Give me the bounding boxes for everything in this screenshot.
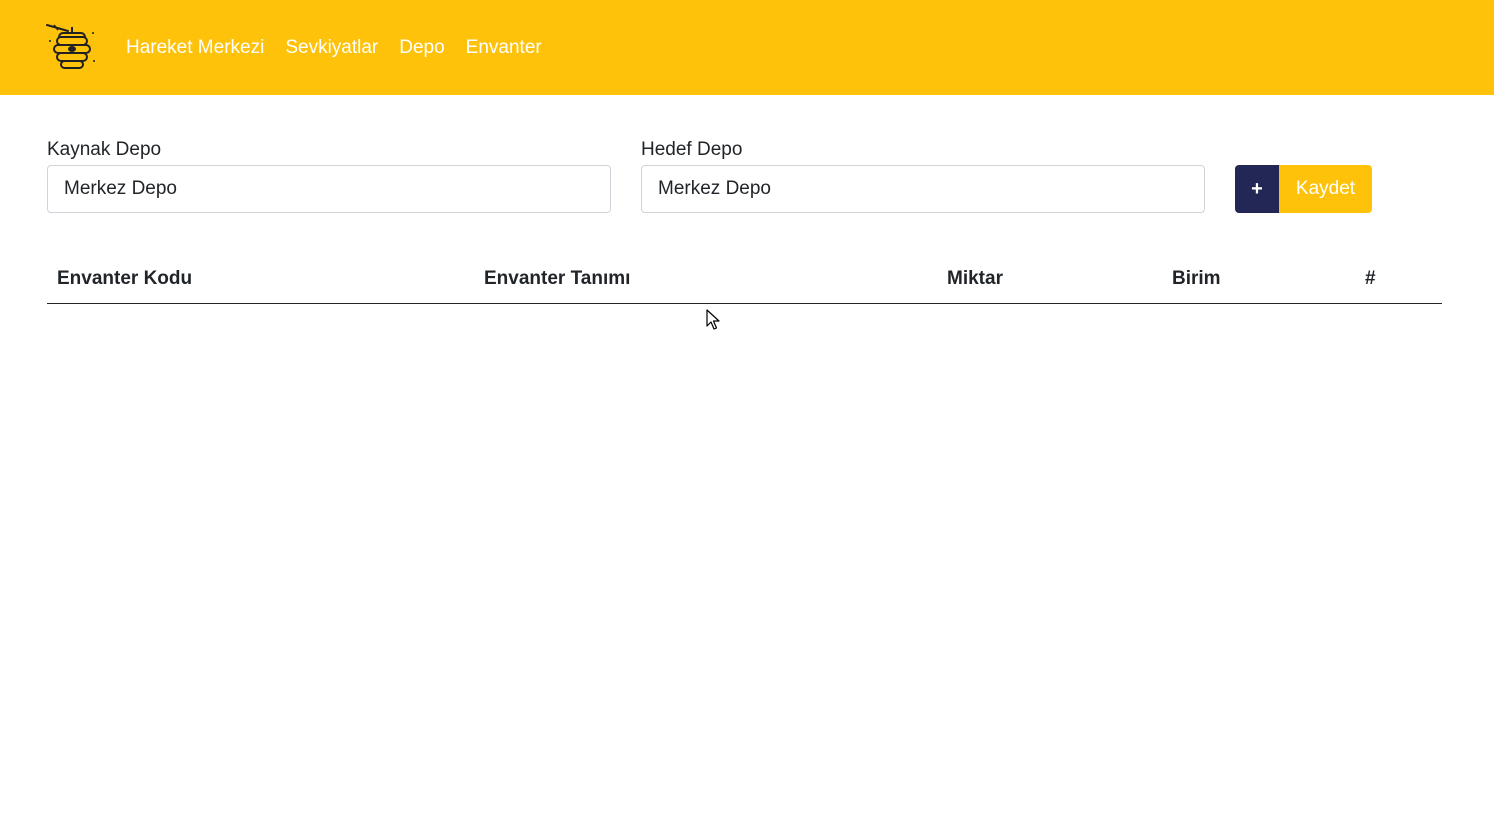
nav-link-sevkiyatlar[interactable]: Sevkiyatlar [285, 37, 378, 59]
column-header-unit: Birim [1172, 268, 1221, 289]
target-warehouse-input[interactable] [641, 165, 1205, 213]
nav-link-hareket-merkezi[interactable]: Hareket Merkezi [126, 37, 264, 59]
column-header-quantity: Miktar [947, 268, 1003, 289]
source-warehouse-label: Kaynak Depo [47, 139, 162, 160]
main-nav: Hareket Merkezi Sevkiyatlar Depo Envante… [126, 37, 563, 59]
beehive-icon[interactable] [46, 23, 98, 71]
column-header-inventory-code: Envanter Kodu [57, 268, 193, 289]
add-row-button[interactable]: + [1235, 165, 1279, 213]
save-button[interactable]: Kaydet [1279, 165, 1372, 213]
action-button-group: + Kaydet [1235, 165, 1372, 213]
navbar: Hareket Merkezi Sevkiyatlar Depo Envante… [0, 0, 1494, 95]
inventory-table-header: Envanter Kodu Envanter Tanımı Miktar Bir… [47, 257, 1442, 304]
column-header-inventory-description: Envanter Tanımı [484, 268, 631, 289]
column-header-actions: # [1365, 268, 1376, 289]
mouse-cursor-icon [706, 309, 720, 330]
nav-link-envanter[interactable]: Envanter [466, 37, 542, 59]
nav-link-depo[interactable]: Depo [399, 37, 444, 59]
source-warehouse-input[interactable] [47, 165, 611, 213]
target-warehouse-label: Hedef Depo [641, 139, 743, 160]
